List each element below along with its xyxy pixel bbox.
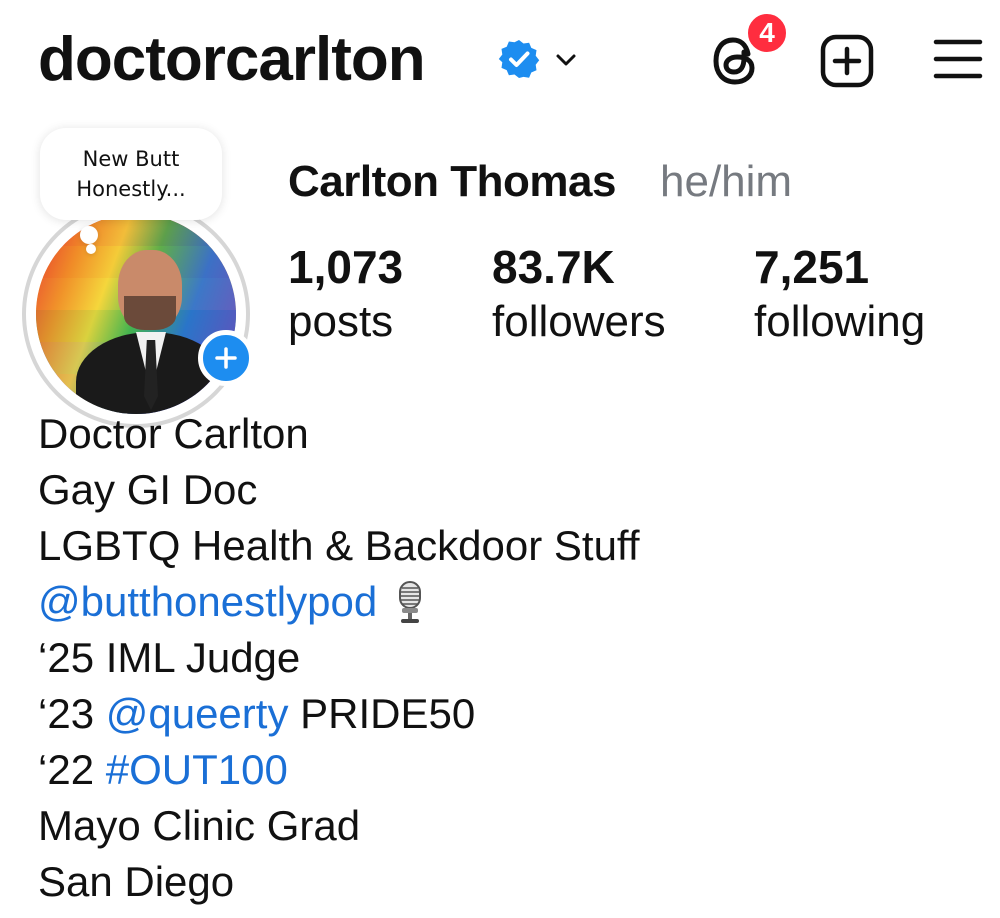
- pronouns: he/him: [660, 157, 793, 206]
- bio-line: Doctor Carlton: [38, 410, 309, 457]
- bio-line: @butthonestlypod: [38, 574, 978, 630]
- bio-text: PRIDE50: [288, 690, 476, 737]
- stat-following[interactable]: 7,251 following: [754, 240, 925, 350]
- plus-icon: [215, 347, 237, 369]
- bio-text: ‘22: [38, 746, 106, 793]
- notification-badge: 4: [745, 11, 789, 55]
- microphone-icon: [393, 580, 427, 624]
- full-name: Carlton Thomas: [288, 157, 616, 206]
- bio-line: ‘25 IML Judge: [38, 634, 301, 681]
- stat-followers-value: 83.7K: [492, 241, 615, 293]
- bio-line: Gay GI Doc: [38, 466, 258, 513]
- hamburger-menu-icon[interactable]: [932, 36, 984, 82]
- avatar[interactable]: [36, 214, 236, 414]
- stat-following-value: 7,251: [754, 241, 870, 293]
- stat-posts-label: posts: [288, 297, 394, 346]
- chevron-down-icon[interactable]: [552, 46, 580, 74]
- bio-line: Mayo Clinic Grad: [38, 802, 361, 849]
- stat-posts[interactable]: 1,073 posts: [288, 240, 403, 350]
- stat-following-label: following: [754, 297, 926, 346]
- bio-line: San Diego: [38, 858, 235, 905]
- profile-avatar-area[interactable]: [22, 200, 258, 428]
- stat-followers[interactable]: 83.7K followers: [492, 240, 666, 350]
- bio-line: ‘23 @queerty PRIDE50: [38, 686, 978, 742]
- mention-link[interactable]: @butthonestlypod: [38, 578, 377, 625]
- hashtag-link[interactable]: #OUT100: [106, 746, 288, 793]
- note-line-2: Honestly...: [76, 177, 186, 201]
- note-line-1: New Butt: [82, 147, 180, 171]
- bio-text: ‘23: [38, 690, 106, 737]
- mention-link[interactable]: @queerty: [106, 690, 289, 737]
- note-tail-dot-small: [86, 244, 96, 254]
- note-bubble[interactable]: New Butt Honestly...: [40, 128, 222, 220]
- username[interactable]: doctorcarlton: [38, 24, 426, 96]
- add-story-button[interactable]: [198, 330, 254, 386]
- stat-posts-value: 1,073: [288, 241, 404, 293]
- stat-followers-label: followers: [492, 297, 666, 346]
- avatar-beard: [124, 296, 176, 330]
- plus-square-icon[interactable]: [818, 32, 876, 90]
- note-text: New Butt Honestly...: [40, 144, 222, 204]
- profile-header: doctorcarlton 4: [0, 0, 1000, 120]
- bio-line: LGBTQ Health & Backdoor Stuff: [38, 522, 640, 569]
- bio-line: ‘22 #OUT100: [38, 742, 978, 798]
- verified-badge-icon: [498, 38, 540, 80]
- note-tail-dot: [80, 226, 98, 244]
- bio: Doctor Carlton Gay GI Doc LGBTQ Health &…: [38, 406, 978, 910]
